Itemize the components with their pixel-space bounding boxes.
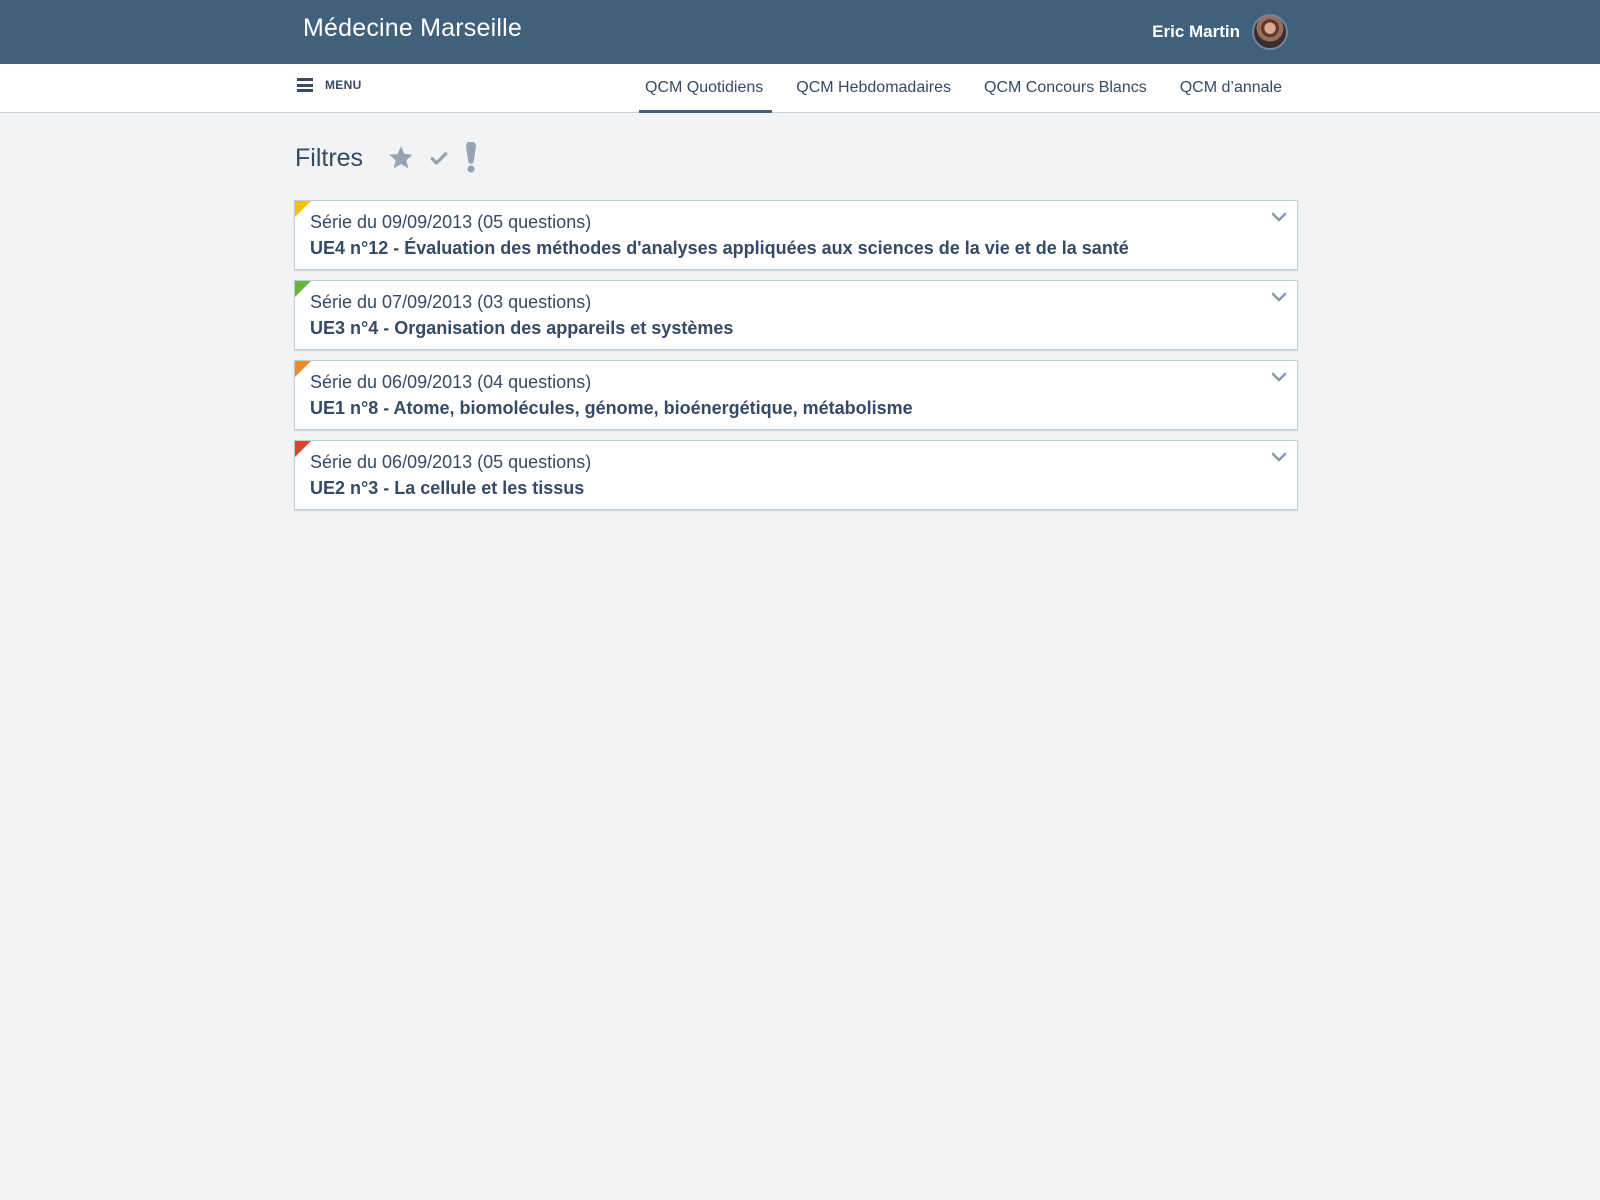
avatar[interactable] [1252, 14, 1288, 50]
chevron-down-icon[interactable] [1271, 451, 1287, 463]
chevron-down-icon[interactable] [1271, 211, 1287, 223]
chevron-down-icon[interactable] [1271, 371, 1287, 383]
series-date: Série du 07/09/2013 (03 questions) [310, 292, 592, 312]
series-title: UE1 n°8 - Atome, biomolécules, génome, b… [310, 398, 913, 418]
user-menu[interactable]: Eric Martin [1152, 12, 1288, 52]
filters-title: Filtres [295, 143, 364, 172]
top-bar: Médecine Marseille Eric Martin [0, 0, 1600, 64]
status-flag [295, 201, 311, 217]
tab-bar: QCM Quotidiens QCM Hebdomadaires QCM Con… [618, 64, 1288, 113]
series-list: Série du 09/09/2013 (05 questions) UE4 n… [294, 200, 1298, 520]
hamburger-icon [297, 78, 313, 92]
menu-label: MENU [325, 78, 362, 92]
series-card[interactable]: Série du 09/09/2013 (05 questions) UE4 n… [294, 200, 1298, 270]
tab-qcm-annale[interactable]: QCM d’annale [1174, 64, 1288, 112]
series-card[interactable]: Série du 06/09/2013 (05 questions) UE2 n… [294, 440, 1298, 510]
user-name[interactable]: Eric Martin [1152, 22, 1240, 42]
series-title: UE2 n°3 - La cellule et les tissus [310, 478, 585, 498]
status-flag [295, 361, 311, 377]
filters-bar: Filtres [295, 140, 493, 176]
brand-title[interactable]: Médecine Marseille [303, 14, 522, 43]
exclamation-icon[interactable] [463, 142, 479, 174]
menu-button[interactable]: MENU [297, 78, 362, 92]
series-title: UE3 n°4 - Organisation des appareils et … [310, 318, 734, 338]
series-card[interactable]: Série du 07/09/2013 (03 questions) UE3 n… [294, 280, 1298, 350]
status-flag [295, 281, 311, 297]
tab-qcm-concours-blancs[interactable]: QCM Concours Blancs [978, 64, 1153, 112]
check-icon[interactable] [429, 148, 449, 168]
series-title: UE4 n°12 - Évaluation des méthodes d'ana… [310, 238, 1129, 258]
star-icon[interactable] [387, 144, 415, 172]
series-date: Série du 09/09/2013 (05 questions) [310, 212, 592, 232]
tab-qcm-quotidiens[interactable]: QCM Quotidiens [639, 64, 773, 113]
status-flag [295, 441, 311, 457]
series-date: Série du 06/09/2013 (05 questions) [310, 452, 592, 472]
series-card[interactable]: Série du 06/09/2013 (04 questions) UE1 n… [294, 360, 1298, 430]
series-date: Série du 06/09/2013 (04 questions) [310, 372, 592, 392]
tab-qcm-hebdomadaires[interactable]: QCM Hebdomadaires [790, 64, 957, 112]
chevron-down-icon[interactable] [1271, 291, 1287, 303]
nav-bar: MENU QCM Quotidiens QCM Hebdomadaires QC… [0, 64, 1600, 113]
